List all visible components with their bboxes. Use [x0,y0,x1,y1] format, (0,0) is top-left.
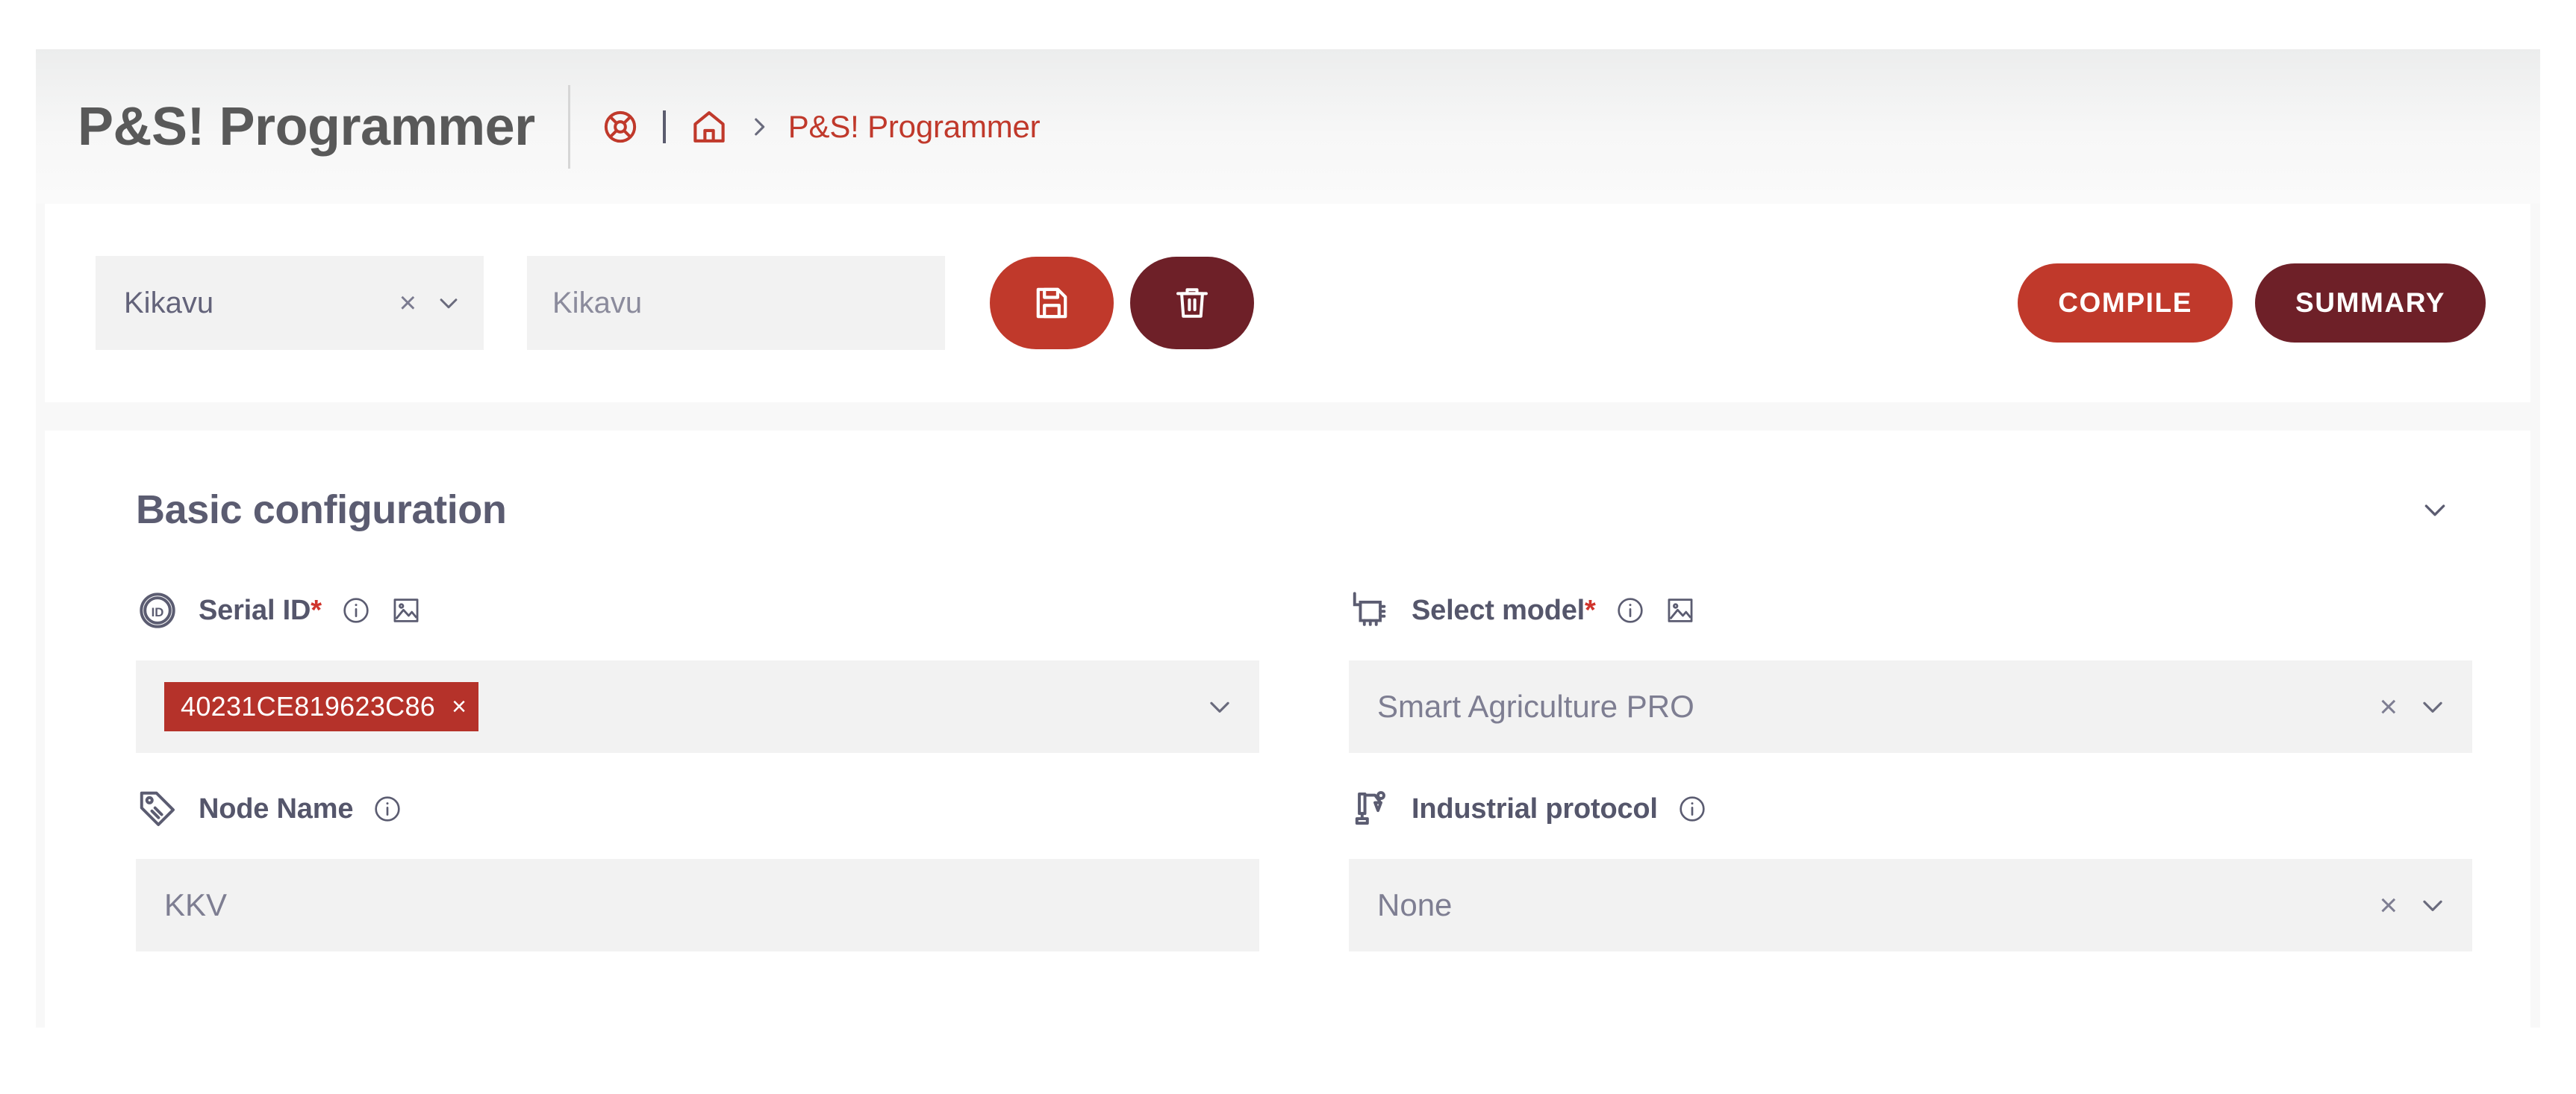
info-icon[interactable] [1615,596,1645,625]
lifebuoy-icon[interactable] [602,108,639,146]
info-icon[interactable] [372,794,402,824]
field-serial-id: ID Serial ID * [136,577,1259,775]
app-title: P&S! Programmer [78,96,535,157]
field-industrial-protocol-value: None [1377,887,2379,923]
chip-remove-icon[interactable]: × [452,694,467,719]
field-select-model: Select model * [1349,577,2472,775]
summary-button[interactable]: SUMMARY [2255,263,2486,343]
chevron-down-icon[interactable] [2420,495,2450,525]
page-root: P&S! Programmer [0,0,2576,1094]
app-shell: P&S! Programmer [36,49,2540,1028]
field-industrial-protocol: Industrial protocol None [1349,775,2472,974]
project-name-input[interactable] [527,256,945,350]
required-asterisk: * [311,595,322,627]
info-icon[interactable] [1677,794,1707,824]
svg-text:ID: ID [152,605,164,619]
project-select[interactable]: Kikavu × [96,256,484,350]
field-industrial-protocol-control[interactable]: None × [1349,859,2472,951]
section-header[interactable]: Basic configuration [93,463,2483,556]
chevron-down-icon[interactable] [436,290,461,316]
fields-grid: ID Serial ID * [93,556,2483,974]
field-select-model-control[interactable]: Smart Agriculture PRO × [1349,660,2472,753]
field-node-name-label-row: Node Name [136,775,1259,843]
header-divider [568,85,570,169]
project-select-value: Kikavu [124,287,399,320]
field-node-name-value: KKV [164,887,1234,923]
home-icon[interactable] [690,107,729,146]
basic-configuration-body: Basic configuration [45,431,2530,1028]
app-header: P&S! Programmer [36,49,2540,204]
field-select-model-label-row: Select model * [1349,577,2472,644]
chip-icon [1349,589,1392,632]
field-node-name-label: Node Name [199,793,353,825]
field-serial-id-label-row: ID Serial ID * [136,577,1259,644]
project-select-clear-icon[interactable]: × [399,288,417,318]
field-node-name-control[interactable]: KKV [136,859,1259,951]
image-icon[interactable] [1665,595,1696,626]
chevron-down-icon[interactable] [2418,693,2447,721]
field-industrial-protocol-label-row: Industrial protocol [1349,775,2472,843]
chevron-down-icon[interactable] [2418,891,2447,919]
serial-id-chip-text: 40231CE819623C86 [181,691,435,722]
breadcrumb: P&S! Programmer [602,107,1041,146]
field-select-model-value: Smart Agriculture PRO [1377,689,2379,725]
compile-button[interactable]: COMPILE [2018,263,2233,343]
field-select-model-label: Select model [1412,595,1585,627]
basic-configuration-card: Basic configuration [45,431,2530,1028]
required-asterisk: * [1585,595,1596,627]
field-node-name: Node Name KKV [136,775,1259,974]
field-industrial-protocol-label: Industrial protocol [1412,793,1658,825]
toolbar: Kikavu × [45,204,2530,402]
chevron-down-icon[interactable] [1206,693,1234,721]
serial-id-chip[interactable]: 40231CE819623C86 × [164,682,478,731]
tag-icon [136,787,179,831]
clear-icon[interactable]: × [2379,890,2398,921]
breadcrumb-current[interactable]: P&S! Programmer [788,109,1041,145]
image-icon[interactable] [390,595,422,626]
robot-arm-icon [1349,787,1392,831]
section-title: Basic configuration [136,487,506,533]
field-serial-id-label: Serial ID [199,595,311,627]
toolbar-card: Kikavu × [45,204,2530,402]
save-button[interactable] [990,257,1114,349]
info-icon[interactable] [341,596,371,625]
breadcrumb-divider [663,110,666,143]
delete-button[interactable] [1130,257,1254,349]
card-gap [36,402,2540,431]
field-serial-id-control[interactable]: 40231CE819623C86 × [136,660,1259,753]
chevron-right-icon [746,114,772,140]
clear-icon[interactable]: × [2379,691,2398,722]
id-badge-icon: ID [136,589,179,632]
